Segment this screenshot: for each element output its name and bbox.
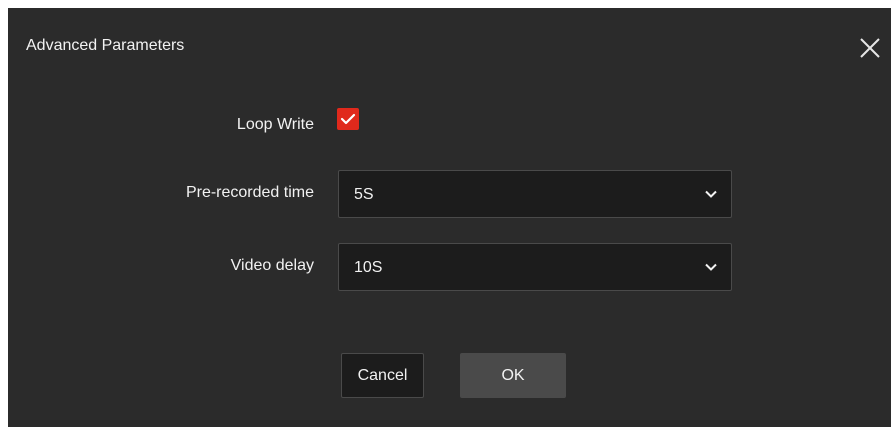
pre-recorded-time-value: 5S <box>354 186 374 203</box>
cancel-button[interactable]: Cancel <box>341 353 424 398</box>
loop-write-label: Loop Write <box>236 116 314 133</box>
dialog-title: Advanced Parameters <box>26 37 185 54</box>
chevron-down-icon <box>705 190 717 198</box>
pre-recorded-time-label: Pre-recorded time <box>185 184 314 201</box>
close-icon[interactable] <box>857 35 883 61</box>
advanced-parameters-dialog: Advanced Parameters Loop Write Pre-recor… <box>8 8 891 427</box>
checkmark-icon <box>340 113 356 125</box>
video-delay-label: Video delay <box>230 257 314 274</box>
video-delay-value: 10S <box>354 259 383 276</box>
chevron-down-icon <box>705 263 717 271</box>
ok-button[interactable]: OK <box>460 353 566 398</box>
loop-write-checkbox[interactable] <box>337 108 359 130</box>
video-delay-select[interactable]: 10S <box>338 243 732 291</box>
pre-recorded-time-select[interactable]: 5S <box>338 170 732 218</box>
